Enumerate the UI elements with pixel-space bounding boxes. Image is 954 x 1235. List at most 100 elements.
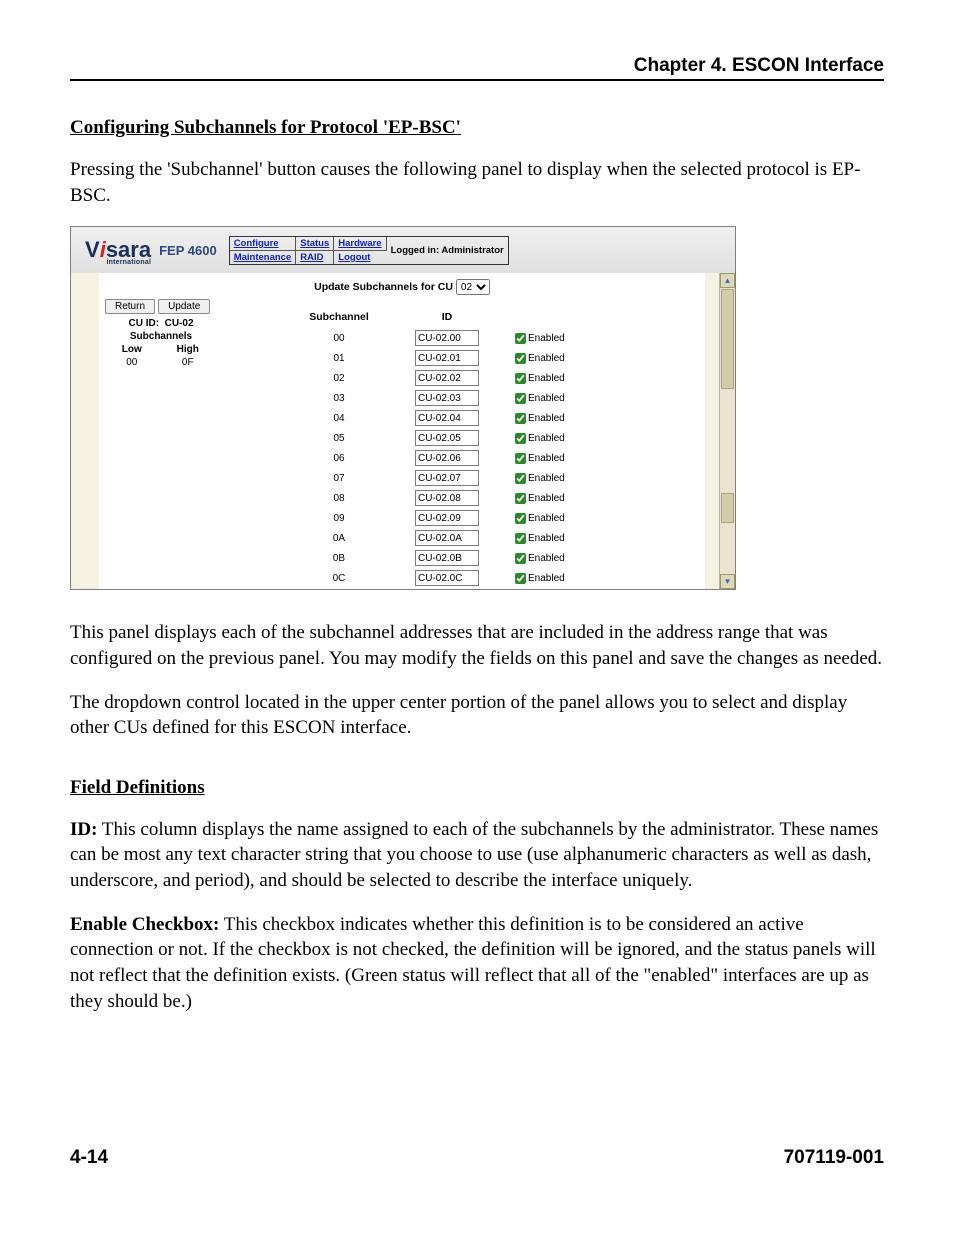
chapter-heading: Chapter 4. ESCON Interface bbox=[70, 55, 884, 81]
return-button[interactable]: Return bbox=[105, 299, 155, 314]
enabled-label: Enabled bbox=[528, 533, 565, 544]
enabled-label: Enabled bbox=[528, 573, 565, 584]
app-body: ▴ ▾ Update Subchannels for CU 02 Return … bbox=[71, 273, 735, 589]
cu-select[interactable]: 02 bbox=[456, 279, 490, 295]
cu-id-label: CU ID: bbox=[128, 318, 159, 329]
table-row: 06Enabled bbox=[271, 449, 571, 467]
field-def-id-label: ID: bbox=[70, 819, 97, 840]
enabled-checkbox[interactable] bbox=[515, 433, 526, 444]
scroll-thumb[interactable] bbox=[721, 289, 734, 389]
logged-in-text: Logged in: Administrator bbox=[387, 244, 508, 257]
enabled-checkbox[interactable] bbox=[515, 333, 526, 344]
enabled-label: Enabled bbox=[528, 353, 565, 364]
enabled-checkbox[interactable] bbox=[515, 533, 526, 544]
table-row: 05Enabled bbox=[271, 429, 571, 447]
enabled-label: Enabled bbox=[528, 493, 565, 504]
update-button[interactable]: Update bbox=[158, 299, 210, 314]
table-row: 02Enabled bbox=[271, 369, 571, 387]
subchannels-label: Subchannels bbox=[105, 330, 217, 343]
enabled-checkbox[interactable] bbox=[515, 413, 526, 424]
section-title: Configuring Subchannels for Protocol 'EP… bbox=[70, 117, 884, 139]
table-row: 0C Enabled bbox=[271, 569, 571, 587]
app-header: Visara international FEP 4600 Configure … bbox=[71, 227, 735, 274]
enabled-checkbox[interactable] bbox=[515, 473, 526, 484]
subchannel-table: Subchannel ID 00Enabled01Enabled02Enable… bbox=[269, 309, 573, 589]
enabled-checkbox[interactable] bbox=[515, 453, 526, 464]
scroll-thumb[interactable] bbox=[721, 493, 734, 523]
visara-logo: Visara international bbox=[85, 237, 151, 263]
scroll-down-icon[interactable]: ▾ bbox=[720, 574, 735, 589]
scroll-up-icon[interactable]: ▴ bbox=[720, 273, 735, 288]
subchannel-value: 01 bbox=[271, 349, 407, 367]
id-input[interactable] bbox=[415, 570, 479, 586]
high-value: 0F bbox=[159, 356, 218, 369]
id-input[interactable] bbox=[415, 330, 479, 346]
product-name: FEP 4600 bbox=[159, 243, 217, 258]
enabled-label: Enabled bbox=[528, 373, 565, 384]
enabled-label: Enabled bbox=[528, 433, 565, 444]
high-label: High bbox=[159, 343, 218, 356]
subchannel-value: 04 bbox=[271, 409, 407, 427]
enabled-checkbox[interactable] bbox=[515, 573, 526, 584]
id-input[interactable] bbox=[415, 510, 479, 526]
nav-configure[interactable]: Configure bbox=[230, 237, 297, 251]
id-input[interactable] bbox=[415, 430, 479, 446]
update-heading: Update Subchannels for CU 02 bbox=[99, 273, 705, 295]
subchannel-value: 00 bbox=[271, 329, 407, 347]
content-panel: Update Subchannels for CU 02 Return Upda… bbox=[99, 273, 705, 589]
id-input[interactable] bbox=[415, 470, 479, 486]
nav-maintenance[interactable]: Maintenance bbox=[230, 251, 297, 264]
enabled-checkbox[interactable] bbox=[515, 353, 526, 364]
subchannel-value: 0C bbox=[271, 569, 407, 587]
nav-status[interactable]: Status bbox=[296, 237, 334, 251]
table-row: 03Enabled bbox=[271, 389, 571, 407]
subchannel-value: 09 bbox=[271, 509, 407, 527]
scrollbar[interactable]: ▴ ▾ bbox=[719, 273, 735, 589]
low-label: Low bbox=[105, 343, 159, 356]
enabled-label: Enabled bbox=[528, 413, 565, 424]
enabled-checkbox[interactable] bbox=[515, 393, 526, 404]
low-value: 00 bbox=[105, 356, 159, 369]
table-row: 01 Enabled bbox=[271, 349, 571, 367]
subchannel-value: 08 bbox=[271, 489, 407, 507]
table-row: 0A Enabled bbox=[271, 529, 571, 547]
enabled-label: Enabled bbox=[528, 513, 565, 524]
embedded-screenshot: Visara international FEP 4600 Configure … bbox=[70, 226, 736, 590]
table-row: 09 Enabled bbox=[271, 509, 571, 527]
page-number: 4-14 bbox=[70, 1147, 108, 1169]
body-paragraph-1: This panel displays each of the subchann… bbox=[70, 620, 884, 671]
nav-raid[interactable]: RAID bbox=[296, 251, 334, 264]
id-input[interactable] bbox=[415, 370, 479, 386]
field-def-id-text: This column displays the name assigned t… bbox=[70, 819, 878, 891]
table-row: 04 Enabled bbox=[271, 409, 571, 427]
id-input[interactable] bbox=[415, 350, 479, 366]
body-paragraph-2: The dropdown control located in the uppe… bbox=[70, 690, 884, 741]
enabled-label: Enabled bbox=[528, 393, 565, 404]
field-def-id: ID: This column displays the name assign… bbox=[70, 817, 884, 894]
subchannel-value: 07 bbox=[271, 469, 407, 487]
field-definitions-title: Field Definitions bbox=[70, 777, 884, 799]
id-input[interactable] bbox=[415, 490, 479, 506]
id-input[interactable] bbox=[415, 450, 479, 466]
subchannel-value: 0A bbox=[271, 529, 407, 547]
table-row: 0BEnabled bbox=[271, 549, 571, 567]
enabled-label: Enabled bbox=[528, 333, 565, 344]
table-row: 08 Enabled bbox=[271, 489, 571, 507]
id-input[interactable] bbox=[415, 530, 479, 546]
logo-subtext: international bbox=[106, 259, 151, 266]
doc-number: 707119-001 bbox=[784, 1147, 884, 1169]
enabled-label: Enabled bbox=[528, 473, 565, 484]
id-input[interactable] bbox=[415, 410, 479, 426]
nav-logout[interactable]: Logout bbox=[334, 251, 386, 264]
enabled-checkbox[interactable] bbox=[515, 373, 526, 384]
nav-menu: Configure Status Hardware Logged in: Adm… bbox=[229, 236, 509, 265]
enabled-checkbox[interactable] bbox=[515, 553, 526, 564]
enabled-checkbox[interactable] bbox=[515, 493, 526, 504]
id-input[interactable] bbox=[415, 390, 479, 406]
nav-hardware[interactable]: Hardware bbox=[334, 237, 386, 251]
cu-id-value: CU-02 bbox=[165, 318, 194, 329]
intro-paragraph: Pressing the 'Subchannel' button causes … bbox=[70, 157, 884, 208]
subchannel-value: 06 bbox=[271, 449, 407, 467]
enabled-checkbox[interactable] bbox=[515, 513, 526, 524]
id-input[interactable] bbox=[415, 550, 479, 566]
